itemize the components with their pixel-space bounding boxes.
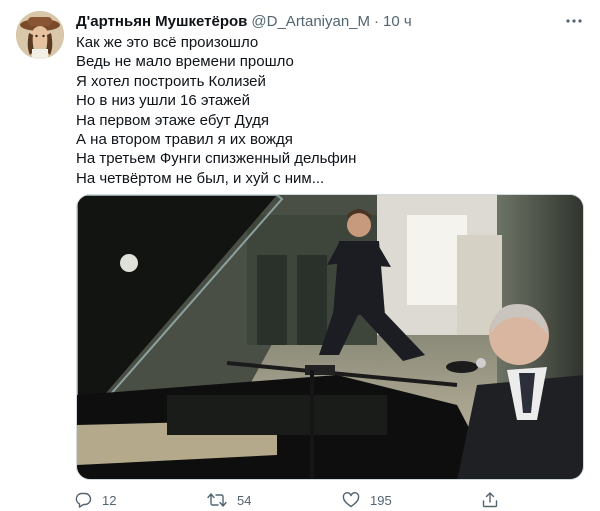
tweet-header: Д'артньян Мушкетёров @D_Artaniyan_M · 10… bbox=[76, 11, 412, 31]
heart-icon bbox=[342, 492, 360, 508]
retweet-count: 54 bbox=[237, 492, 252, 508]
user-handle[interactable]: @D_Artaniyan_M bbox=[251, 13, 370, 30]
retweet-icon bbox=[207, 493, 227, 507]
tweet[interactable]: Д'артньян Мушкетёров @D_Artaniyan_M · 10… bbox=[0, 0, 600, 511]
more-dots-icon bbox=[566, 19, 582, 23]
tweet-text-line: Как же это всё произошло bbox=[76, 34, 259, 51]
tweet-actions: 12 54 195 bbox=[74, 489, 574, 511]
tweet-text-line: Ведь не мало времени прошло bbox=[76, 53, 294, 71]
more-options-button[interactable] bbox=[563, 10, 585, 32]
separator-dot: · bbox=[374, 12, 380, 30]
retweet-button[interactable]: 54 bbox=[207, 489, 251, 511]
tweet-text-line: На первом этаже ебут Дудя bbox=[76, 111, 270, 129]
tweet-text-line: На четвёртом не был, и хуй с ним... bbox=[76, 169, 325, 187]
timestamp[interactable]: 10 ч bbox=[383, 13, 412, 30]
tweet-text: Как же это всё произошло Ведь не мало вр… bbox=[76, 33, 576, 188]
share-button[interactable] bbox=[481, 489, 509, 511]
tweet-text-line: А на втором травил я их вождя bbox=[76, 131, 293, 149]
display-name[interactable]: Д'артньян Мушкетёров bbox=[76, 13, 247, 30]
tweet-text-line: Но в низ ушли 16 этажей bbox=[76, 92, 250, 110]
tweet-text-line: Я хотел построить Колизей bbox=[76, 72, 266, 90]
reply-bubble-icon bbox=[75, 492, 92, 508]
media-photo bbox=[77, 195, 583, 479]
reply-count: 12 bbox=[102, 492, 117, 508]
avatar[interactable] bbox=[16, 11, 64, 59]
reply-button[interactable]: 12 bbox=[74, 489, 116, 511]
like-count: 195 bbox=[370, 492, 392, 508]
avatar-image bbox=[16, 11, 64, 59]
share-icon bbox=[482, 492, 498, 508]
tweet-text-line: На третьем Фунги спизженный дельфин bbox=[76, 150, 357, 168]
tweet-media-image[interactable] bbox=[76, 194, 584, 480]
like-button[interactable]: 195 bbox=[342, 489, 392, 511]
